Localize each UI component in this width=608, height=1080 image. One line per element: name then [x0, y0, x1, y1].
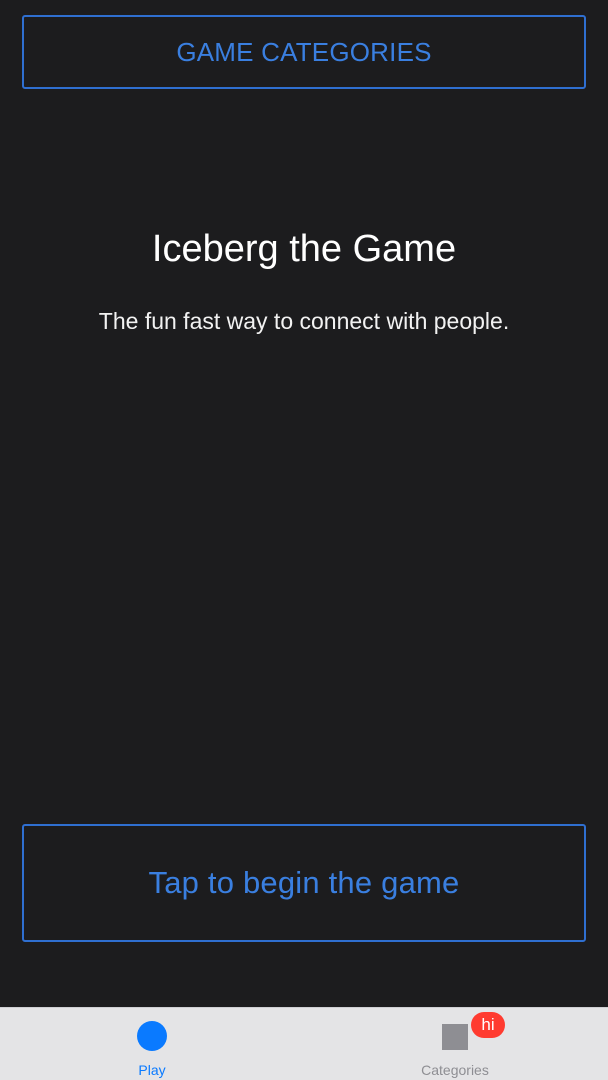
begin-game-button[interactable]: Tap to begin the game [22, 824, 586, 942]
categories-square-icon [442, 1024, 468, 1050]
page-subtitle: The fun fast way to connect with people. [98, 308, 510, 334]
notification-badge: hi [471, 1012, 505, 1038]
tab-bar: Play hi Categories [0, 1007, 608, 1080]
tab-categories-label: Categories [421, 1062, 489, 1078]
game-categories-button[interactable]: GAME CATEGORIES [22, 15, 586, 89]
tab-play-label: Play [138, 1062, 166, 1078]
page-title: Iceberg the Game [151, 228, 457, 270]
main-screen: GAME CATEGORIES Iceberg the Game The fun… [0, 0, 608, 1007]
tab-categories[interactable]: hi Categories [375, 1008, 535, 1080]
tab-play[interactable]: Play [72, 1008, 232, 1080]
play-circle-icon [137, 1021, 167, 1051]
